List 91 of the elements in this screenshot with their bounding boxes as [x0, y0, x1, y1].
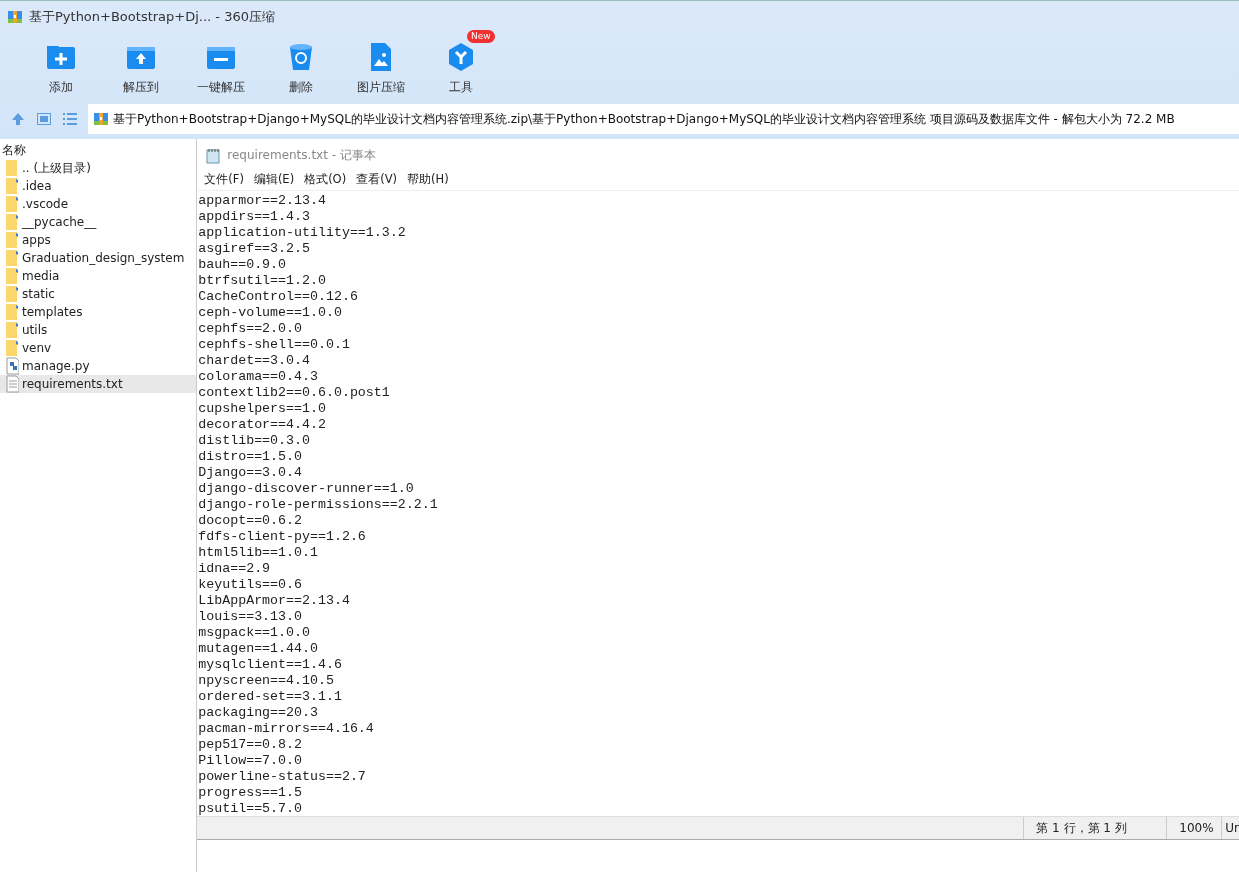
text-file-icon	[5, 375, 19, 393]
text-line: apparmor==2.13.4	[198, 193, 327, 209]
address-bar[interactable]: 基于Python+Bootstrap+Django+MySQL的毕业设计文档内容管理系统.zip\基于Python+Bootstrap+Django+MySQL的毕业设计文档内容管理系统 项目源码及数据库文件 - 解包大小为 72.2 MB	[88, 104, 1239, 134]
text-line: asgiref==3.2.5	[198, 241, 311, 257]
notepad-icon	[205, 147, 222, 164]
folder-icon	[5, 321, 19, 339]
file-list-item[interactable]: static	[0, 285, 197, 303]
folder-icon	[5, 303, 19, 321]
file-list-item[interactable]: apps	[0, 231, 197, 249]
text-line: Django==3.0.4	[198, 465, 303, 481]
folder-icon	[5, 213, 19, 231]
text-line: louis==3.13.0	[198, 609, 303, 625]
text-line: psutil==5.7.0	[198, 801, 303, 816]
menu-item[interactable]: 格式(O)	[299, 171, 352, 187]
text-line: msgpack==1.0.0	[198, 625, 311, 641]
menu-item[interactable]: 查看(V)	[351, 171, 402, 187]
text-line: LibAppArmor==2.13.4	[198, 593, 351, 609]
text-line: powerline-status==2.7	[198, 769, 367, 785]
up-arrow-icon[interactable]	[10, 111, 26, 127]
text-line: ordered-set==3.1.1	[198, 689, 343, 705]
status-text: 100%	[1166, 817, 1222, 839]
folder-icon	[5, 339, 19, 357]
text-line: distlib==0.3.0	[198, 433, 311, 449]
text-line: cephfs==2.0.0	[198, 321, 303, 337]
oneclick-button[interactable]: 一键解压	[181, 33, 261, 99]
folder-icon	[5, 159, 19, 177]
text-line: mysqlclient==1.4.6	[198, 657, 343, 673]
text-line: html5lib==1.0.1	[198, 545, 319, 561]
text-line: btrfsutil==1.2.0	[198, 273, 327, 289]
add-button[interactable]: 添加	[21, 33, 101, 99]
file-list-item[interactable]: venv	[0, 339, 197, 357]
text-line: django-discover-runner==1.0	[198, 481, 415, 497]
text-line: django-role-permissions==2.2.1	[198, 497, 439, 513]
folder-icon	[5, 285, 19, 303]
file-list-item[interactable]: manage.py	[0, 357, 197, 375]
text-line: ceph-volume==1.0.0	[198, 305, 343, 321]
text-line: docopt==0.6.2	[198, 513, 303, 529]
folder-icon	[5, 195, 19, 213]
address-path: 基于Python+Bootstrap+Django+MySQL的毕业设计文档内容管理系统.zip\基于Python+Bootstrap+Django+MySQL的毕业设计文档内容管理系统 项目源码及数据库文件 - 解包大小为 72.2 MB	[113, 110, 1175, 128]
folder-icon	[5, 249, 19, 267]
menu-item[interactable]: 编辑(E)	[248, 171, 300, 187]
python-file-icon	[5, 357, 19, 375]
text-line: bauh==0.9.0	[198, 257, 288, 273]
file-list-item[interactable]: .. (上级目录)	[0, 159, 197, 177]
file-list-item[interactable]: templates	[0, 303, 197, 321]
text-line: pacman-mirrors==4.16.4	[198, 721, 375, 737]
status-text: 第 1 行，第 1 列	[1023, 817, 1167, 839]
text-line: colorama==0.4.3	[198, 369, 319, 385]
text-line: CacheControl==0.12.6	[198, 289, 359, 305]
text-line: fdfs-client-py==1.2.6	[198, 529, 367, 545]
window-title: 基于Python+Bootstrap+Dj... - 360压缩	[29, 8, 275, 26]
text-line: pep517==0.8.2	[198, 737, 303, 753]
status-text: Ur	[1221, 817, 1239, 839]
text-line: distro==1.5.0	[198, 449, 303, 465]
text-line: mutagen==1.44.0	[198, 641, 319, 657]
folder-icon	[5, 177, 19, 195]
archive-icon	[93, 111, 109, 127]
text-line: packaging==20.3	[198, 705, 319, 721]
text-line: decorator==4.4.2	[198, 417, 327, 433]
text-line: application-utility==1.3.2	[198, 225, 407, 241]
archive-icon	[7, 9, 23, 25]
tools-button[interactable]: New 工具	[421, 33, 501, 99]
folder-icon	[5, 267, 19, 285]
text-line: chardet==3.0.4	[198, 353, 311, 369]
text-line: cupshelpers==1.0	[198, 401, 327, 417]
file-list-item[interactable]: .idea	[0, 177, 197, 195]
file-list-item[interactable]: Graduation_design_system	[0, 249, 197, 267]
file-list-item[interactable]: utils	[0, 321, 197, 339]
text-line: Pillow==7.0.0	[198, 753, 303, 769]
thumbnail-view-icon[interactable]	[36, 111, 52, 127]
new-badge: New	[467, 30, 495, 43]
extract-button[interactable]: 解压到	[101, 33, 181, 99]
column-header[interactable]: 名称	[0, 139, 197, 159]
text-line: contextlib2==0.6.0.post1	[198, 385, 391, 401]
text-line: cephfs-shell==0.0.1	[198, 337, 351, 353]
text-line: keyutils==0.6	[198, 577, 303, 593]
window-title: requirements.txt - 记事本	[227, 147, 376, 164]
menu-item[interactable]: 帮助(H)	[402, 171, 454, 187]
image-button[interactable]: 图片压缩	[341, 33, 421, 99]
file-list-item[interactable]: media	[0, 267, 197, 285]
file-list-item[interactable]: __pycache__	[0, 213, 197, 231]
text-line: progress==1.5	[198, 785, 303, 801]
folder-icon	[5, 231, 19, 249]
text-line: npyscreen==4.10.5	[198, 673, 335, 689]
text-line: idna==2.9	[198, 561, 272, 577]
delete-button[interactable]: 删除	[261, 33, 341, 99]
file-list-item[interactable]: requirements.txt	[0, 375, 197, 393]
text-line: appdirs==1.4.3	[198, 209, 311, 225]
list-view-icon[interactable]	[62, 111, 78, 127]
file-list-item[interactable]: .vscode	[0, 195, 197, 213]
menu-item[interactable]: 文件(F)	[199, 171, 249, 187]
